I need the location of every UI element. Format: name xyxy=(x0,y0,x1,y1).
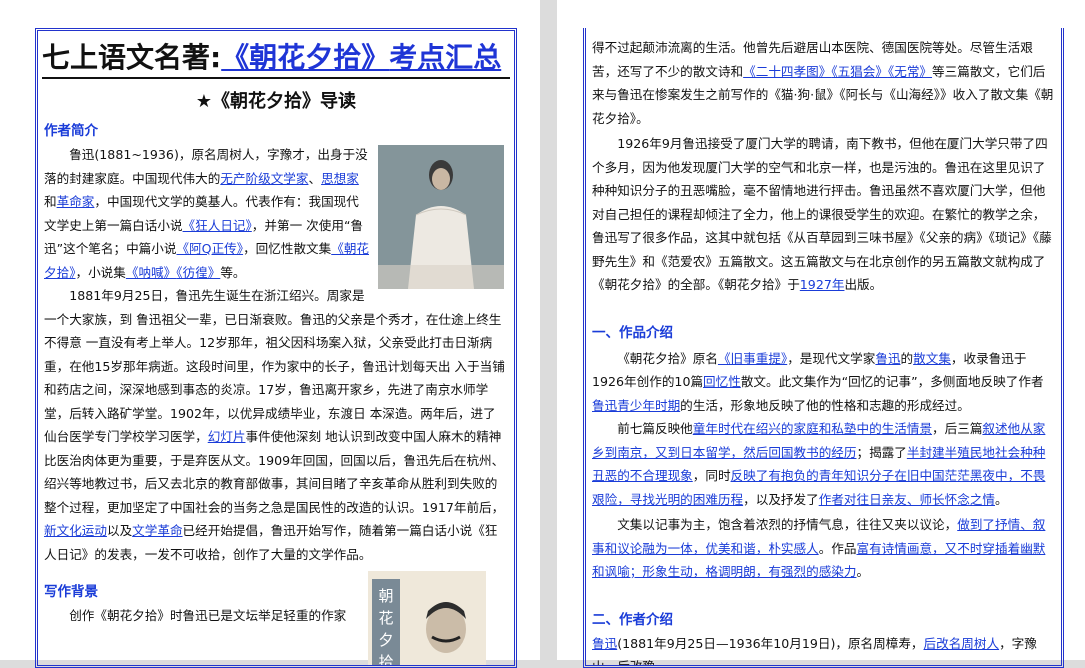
hyperlink[interactable]: 《二十四孝图》 xyxy=(743,64,831,79)
text-run: 1926年9月鲁迅接受了厦门大学的聘请，南下教书，但他在厦门大学只带了四个多月，… xyxy=(592,136,1052,292)
hyperlink[interactable]: 散文集 xyxy=(913,351,951,366)
svg-text:朝: 朝 xyxy=(378,587,393,605)
hyperlink[interactable]: 鲁迅 xyxy=(875,351,900,366)
work-intro-paragraph: 《朝花夕拾》原名《旧事重提》，是现代文学家鲁迅的散文集，收录鲁迅于1926年创作… xyxy=(592,347,1055,418)
text-run: ；揭露了 xyxy=(856,445,906,460)
text-run: 《朝花夕拾》原名 xyxy=(617,351,718,366)
text-run: 等。 xyxy=(220,265,245,280)
text-run: 散文。此文集作为“回忆的记事”，多侧面地反映了作者 xyxy=(741,374,1044,389)
hyperlink[interactable]: 《无常》 xyxy=(888,64,932,79)
text-run: 的生活，形象地反映了他的性格和志趣的形成经过。 xyxy=(680,398,970,413)
xiamen-paragraph: 1926年9月鲁迅接受了厦门大学的聘请，南下教书，但他在厦门大学只带了四个多月，… xyxy=(592,132,1055,297)
text-run: ，同时 xyxy=(693,468,731,483)
hyperlink[interactable]: 回忆性 xyxy=(703,374,741,389)
section-heading-author: 作者简介 xyxy=(44,119,514,139)
hyperlink[interactable]: 幻灯片 xyxy=(208,429,246,444)
text-run: 的 xyxy=(901,351,914,366)
hyperlink[interactable]: 作者对往日亲友、师长怀念之情 xyxy=(819,492,995,507)
hyperlink[interactable]: 童年时代在绍兴的家庭和私塾中的生活情景 xyxy=(693,421,932,436)
svg-text:夕: 夕 xyxy=(378,631,393,649)
text-run: 。作品 xyxy=(819,541,857,556)
text-run: 文集以记事为主，饱含着浓烈的抒情气息，往往又夹以议论， xyxy=(617,517,957,532)
hyperlink[interactable]: 《五猖会》 xyxy=(831,64,888,79)
section-heading-work-intro: 一、作品介绍 xyxy=(592,321,1061,341)
text-run: 1881年9月25日，鲁迅先生诞生在浙江绍兴。周家是一个大家族，到 鲁迅祖父一辈… xyxy=(44,288,505,444)
hyperlink[interactable]: 《阿Q正传》 xyxy=(176,241,243,256)
biography-paragraph: 1881年9月25日，鲁迅先生诞生在浙江绍兴。周家是一个大家族，到 鲁迅祖父一辈… xyxy=(44,284,508,566)
hyperlink[interactable]: 1927年 xyxy=(800,277,845,292)
page-left-border-frame: 七上语文名著:《朝花夕拾》考点汇总 ★《朝花夕拾》导读 作者简介 鲁迅(1881… xyxy=(35,28,517,668)
text-run: 、 xyxy=(308,171,321,186)
text-run: 前七篇反映他 xyxy=(617,421,693,436)
hyperlink[interactable]: 后改名周树人 xyxy=(924,636,1000,651)
hyperlink[interactable]: 新文化运动 xyxy=(44,523,107,538)
text-run: ，回忆性散文集 xyxy=(243,241,331,256)
hyperlink[interactable]: 鲁迅青少年时期 xyxy=(592,398,680,413)
text-run: 。 xyxy=(856,564,869,579)
hyperlink[interactable]: 革命家 xyxy=(57,194,95,209)
text-run: ，小说集 xyxy=(75,265,125,280)
svg-text:花: 花 xyxy=(378,609,393,627)
hyperlink[interactable]: 思想家 xyxy=(321,171,359,186)
book-cover-image: 朝 花 夕 拾 xyxy=(368,571,486,668)
hyperlink[interactable]: 《彷徨》 xyxy=(176,265,220,280)
guide-subtitle: ★《朝花夕拾》导读 xyxy=(38,87,514,113)
hyperlink[interactable]: 《呐喊》 xyxy=(126,265,176,280)
text-run: 。 xyxy=(995,492,1008,507)
text-run: 出版。 xyxy=(844,277,882,292)
style-paragraph: 文集以记事为主，饱含着浓烈的抒情气息，往往又夹以议论，做到了抒情、叙事和议论融为… xyxy=(592,513,1055,584)
section-heading-author-intro: 二、作者介绍 xyxy=(592,608,1061,628)
svg-text:拾: 拾 xyxy=(378,653,393,668)
text-run: 和 xyxy=(44,194,57,209)
hyperlink[interactable]: 无产阶级文学家 xyxy=(220,171,308,186)
content-summary-paragraph: 前七篇反映他童年时代在绍兴的家庭和私塾中的生活情景，后三篇叙述他从家乡到南京，又… xyxy=(592,417,1055,511)
text-run: 以及 xyxy=(107,523,132,538)
hyperlink[interactable]: 《旧事重提》 xyxy=(718,351,787,366)
hyperlink[interactable]: 《狂人日记》 xyxy=(183,218,252,233)
page-title: 七上语文名著:《朝花夕拾》考点汇总 xyxy=(42,41,510,79)
text-run: 创作《朝花夕拾》时鲁迅已是文坛举足轻重的作家 xyxy=(69,608,346,623)
author-portrait-image xyxy=(378,145,504,289)
text-run: ，后三篇 xyxy=(932,421,982,436)
text-run: (1881年9月25日—1936年10月19日)，原名周樟寿， xyxy=(617,636,923,651)
page-right-border-frame: 得不过起颠沛流离的生活。他曾先后避居山本医院、德国医院等处。尽管生活艰苦，还写了… xyxy=(583,28,1064,668)
text-run: ，以及抒发了 xyxy=(743,492,819,507)
author-detail-paragraph: 鲁迅(1881年9月25日—1936年10月19日)，原名周樟寿，后改名周树人，… xyxy=(592,632,1055,668)
hyperlink[interactable]: 文学革命 xyxy=(132,523,182,538)
hyperlink[interactable]: 鲁迅 xyxy=(592,636,617,651)
background-continued-paragraph: 得不过起颠沛流离的生活。他曾先后避居山本医院、德国医院等处。尽管生活艰苦，还写了… xyxy=(592,36,1055,130)
text-run: ，是现代文学家 xyxy=(787,351,875,366)
